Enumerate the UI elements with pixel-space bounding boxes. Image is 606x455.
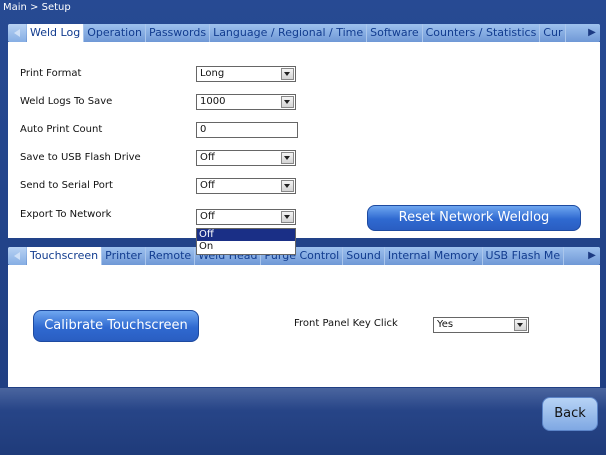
dropdown-arrow-icon[interactable] xyxy=(281,180,294,192)
export-to-network-label: Export To Network xyxy=(20,209,112,220)
scroll-right-icon[interactable]: ▶ xyxy=(584,24,600,42)
scroll-right-icon[interactable]: ▶ xyxy=(584,247,600,265)
save-to-usb-value: Off xyxy=(200,152,215,163)
footer-bar xyxy=(0,388,606,455)
dropdown-option-on[interactable]: On xyxy=(197,241,295,253)
weld-logs-to-save-label: Weld Logs To Save xyxy=(20,96,113,107)
tab-passwords[interactable]: Passwords xyxy=(146,24,211,42)
tab-remote[interactable]: Remote xyxy=(146,247,196,265)
front-panel-key-click-select[interactable]: Yes xyxy=(433,317,529,333)
auto-print-count-value: 0 xyxy=(200,124,207,135)
calibrate-touchscreen-button[interactable]: Calibrate Touchscreen xyxy=(33,310,199,342)
tab-internal-memory[interactable]: Internal Memory xyxy=(385,247,483,265)
weld-logs-to-save-value: 1000 xyxy=(200,96,226,107)
tab-usb-flash-memory[interactable]: USB Flash Me xyxy=(483,247,565,265)
tab-software[interactable]: Software xyxy=(367,24,423,42)
export-to-network-dropdown: Off On xyxy=(196,228,296,255)
footer-glow xyxy=(0,388,606,410)
setup-screen: Main > Setup Weld Log Operation Passwords L… xyxy=(0,0,606,455)
auto-print-count-label: Auto Print Count xyxy=(20,124,103,135)
bottom-tab-bar: Touchscreen Printer Remote Weld Head Purge C… xyxy=(8,247,600,265)
scroll-left-icon[interactable] xyxy=(8,24,26,42)
export-to-network-select[interactable]: Off xyxy=(196,209,296,225)
send-to-serial-select[interactable]: Off xyxy=(196,178,296,194)
send-to-serial-label: Send to Serial Port xyxy=(20,180,113,191)
send-to-serial-value: Off xyxy=(200,180,215,191)
tab-sound[interactable]: Sound xyxy=(343,247,385,265)
save-to-usb-label: Save to USB Flash Drive xyxy=(20,152,141,163)
export-to-network-value: Off xyxy=(200,211,215,222)
save-to-usb-select[interactable]: Off xyxy=(196,150,296,166)
dropdown-arrow-icon[interactable] xyxy=(281,211,294,223)
print-format-select[interactable]: Long xyxy=(196,66,296,82)
print-format-value: Long xyxy=(200,68,225,79)
tab-printer[interactable]: Printer xyxy=(102,247,146,265)
print-format-label: Print Format xyxy=(20,68,82,79)
breadcrumb: Main > Setup xyxy=(3,2,71,13)
dropdown-arrow-icon[interactable] xyxy=(281,68,294,80)
top-tab-bar: Weld Log Operation Passwords Language / Reg… xyxy=(8,24,600,42)
tab-touchscreen[interactable]: Touchscreen xyxy=(27,247,103,265)
tab-counters-statistics[interactable]: Counters / Statistics xyxy=(423,24,541,42)
tab-cur[interactable]: Cur xyxy=(540,24,567,42)
back-button[interactable]: Back xyxy=(542,397,598,431)
tab-language-regional-time[interactable]: Language / Regional / Time xyxy=(210,24,368,42)
tab-operation[interactable]: Operation xyxy=(84,24,146,42)
front-panel-key-click-value: Yes xyxy=(437,319,454,330)
weld-logs-to-save-select[interactable]: 1000 xyxy=(196,94,296,110)
dropdown-option-off[interactable]: Off xyxy=(197,229,295,241)
dropdown-arrow-icon[interactable] xyxy=(281,152,294,164)
reset-network-weldlog-button[interactable]: Reset Network Weldlog xyxy=(367,205,581,231)
scroll-left-icon[interactable] xyxy=(8,247,26,265)
dropdown-arrow-icon[interactable] xyxy=(514,319,527,331)
front-panel-key-click-label: Front Panel Key Click xyxy=(294,318,398,329)
auto-print-count-input[interactable]: 0 xyxy=(196,122,298,138)
tab-weld-log[interactable]: Weld Log xyxy=(27,24,85,42)
dropdown-arrow-icon[interactable] xyxy=(281,96,294,108)
